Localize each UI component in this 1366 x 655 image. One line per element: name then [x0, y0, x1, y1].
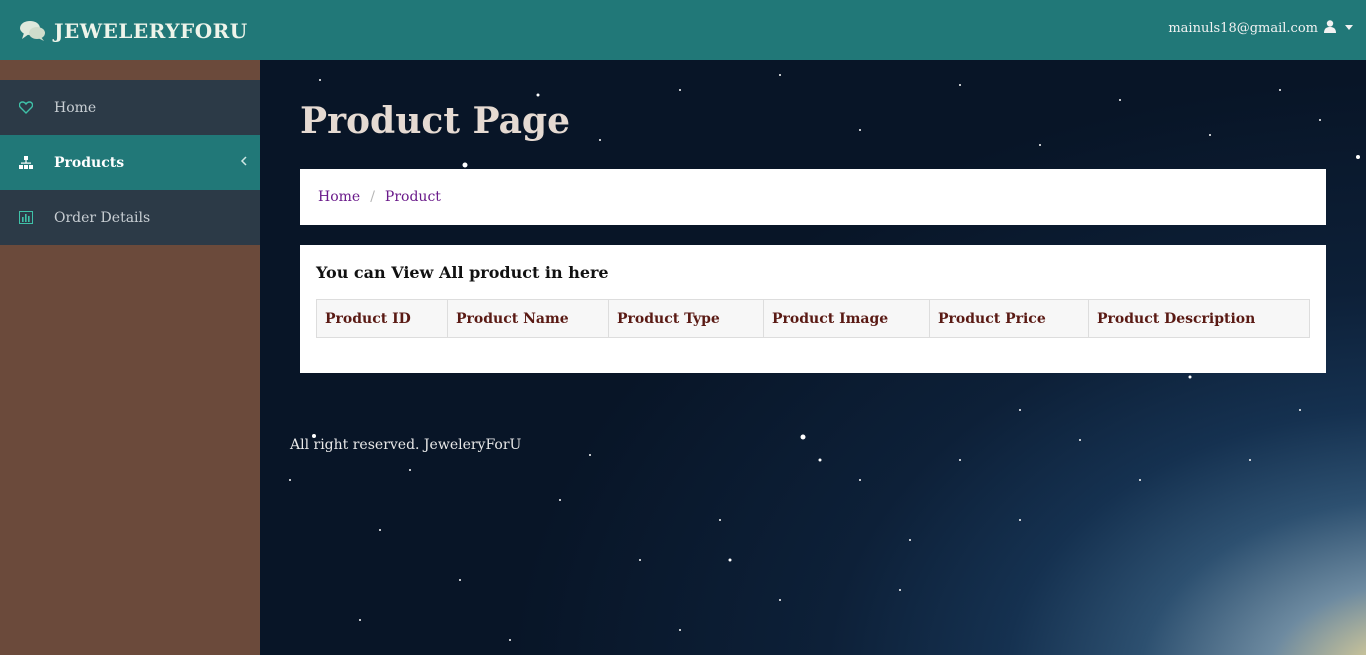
- top-navbar: JEWELERYFORU mainuls18@gmail.com: [0, 0, 1366, 60]
- user-menu[interactable]: mainuls18@gmail.com: [1168, 20, 1356, 37]
- table-header-row: Product ID Product Name Product Type Pro…: [316, 299, 1310, 338]
- chevron-left-icon: [240, 155, 250, 169]
- breadcrumb-product-link[interactable]: Product: [385, 189, 441, 205]
- brand-name: JEWELERYFORU: [54, 19, 248, 43]
- heart-icon: [18, 100, 34, 116]
- sitemap-icon: [18, 155, 34, 171]
- column-header-product-image: Product Image: [763, 299, 930, 338]
- sidebar-spacer: [0, 60, 260, 80]
- column-header-product-id: Product ID: [316, 299, 448, 338]
- brand-logo[interactable]: JEWELERYFORU: [20, 17, 248, 45]
- breadcrumb-home-link[interactable]: Home: [318, 189, 360, 205]
- sidebar-item-home[interactable]: Home: [0, 80, 260, 135]
- breadcrumb: Home / Product: [300, 169, 1326, 225]
- sidebar-item-order-details[interactable]: Order Details: [0, 190, 260, 245]
- panel-heading: You can View All product in here: [316, 263, 609, 282]
- sidebar-item-label: Home: [54, 99, 97, 116]
- bar-chart-icon: [18, 210, 34, 226]
- sidebar-item-label: Products: [54, 154, 125, 171]
- user-icon: [1324, 20, 1336, 37]
- sidebar-item-label: Order Details: [54, 209, 151, 226]
- column-header-product-price: Product Price: [929, 299, 1089, 338]
- column-header-product-name: Product Name: [447, 299, 609, 338]
- column-header-product-type: Product Type: [608, 299, 764, 338]
- caret-down-icon[interactable]: [1342, 21, 1356, 36]
- user-email: mainuls18@gmail.com: [1168, 21, 1318, 36]
- page-title: Product Page: [300, 100, 570, 142]
- breadcrumb-separator: /: [370, 189, 375, 205]
- main-content: Product Page Home / Product You can View…: [260, 60, 1366, 655]
- footer-copyright: All right reserved. JeweleryForU: [290, 437, 522, 453]
- sidebar-item-products[interactable]: Products: [0, 135, 260, 190]
- product-table: Product ID Product Name Product Type Pro…: [316, 299, 1310, 338]
- product-panel: You can View All product in here Product…: [300, 245, 1326, 373]
- sidebar: Home Products Order Details: [0, 60, 260, 655]
- column-header-product-description: Product Description: [1088, 299, 1310, 338]
- comments-icon: [20, 20, 46, 42]
